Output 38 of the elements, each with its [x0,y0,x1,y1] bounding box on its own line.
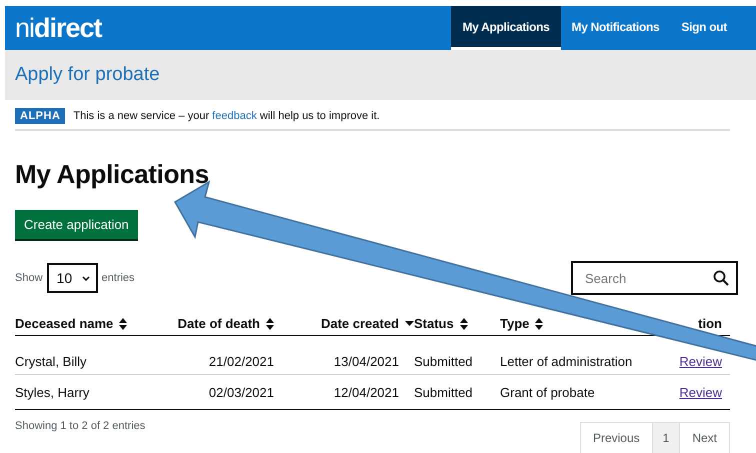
table-cell: Crystal, Billy [15,354,87,369]
site-logo[interactable]: nidirect [15,12,102,44]
search-field[interactable]: Search [571,261,738,295]
column-header[interactable]: Date created [320,316,399,331]
table-cell-text: 21/02/2021 [208,354,275,369]
column-header[interactable]: Deceased name [15,316,114,331]
column-header[interactable]: Status [414,316,454,331]
review-link[interactable]: Review [679,385,722,400]
search-icon [713,270,729,286]
pagination-button[interactable]: Previous [580,422,653,453]
page-heading: My Applications [15,159,210,190]
feedback-link[interactable]: feedback [212,110,257,122]
table-cell-text: 12/04/2021 [334,385,400,400]
show-label: Show [15,272,43,284]
entries-label: entries [102,272,135,284]
table-cell: Styles, Harry [15,385,90,400]
create-application-button[interactable]: Create application [15,210,138,239]
column-header[interactable]: tion [698,316,722,331]
chevron-down-icon [82,276,90,280]
entries-select[interactable]: 10 [46,263,98,293]
phase-banner-text: This is a new service – your feedback will help us to improve it. [73,110,380,122]
column-header[interactable]: Date of death [178,316,260,331]
nav-link[interactable]: My Applications [451,6,561,50]
table-cell: Grant of probate [500,385,595,400]
nav-link[interactable]: Sign out [670,6,738,50]
table-cell: Submitted [414,385,473,400]
page-button[interactable]: 1 [652,422,680,453]
table-cell-text: 13/04/2021 [334,354,400,369]
pagination-button[interactable]: Next [679,422,730,453]
phase-tag: ALPHA [15,108,66,124]
table-info: Showing 1 to 2 of 2 entries [15,420,146,432]
service-name[interactable]: Apply for probate [15,64,160,86]
table-cell-text: 02/03/2021 [208,385,275,400]
column-header[interactable]: Type [500,316,530,331]
table-cell: Letter of administration [500,354,632,369]
nav-link[interactable]: My Notifications [560,6,670,50]
review-link[interactable]: Review [679,354,722,369]
table-cell: Submitted [414,354,473,369]
